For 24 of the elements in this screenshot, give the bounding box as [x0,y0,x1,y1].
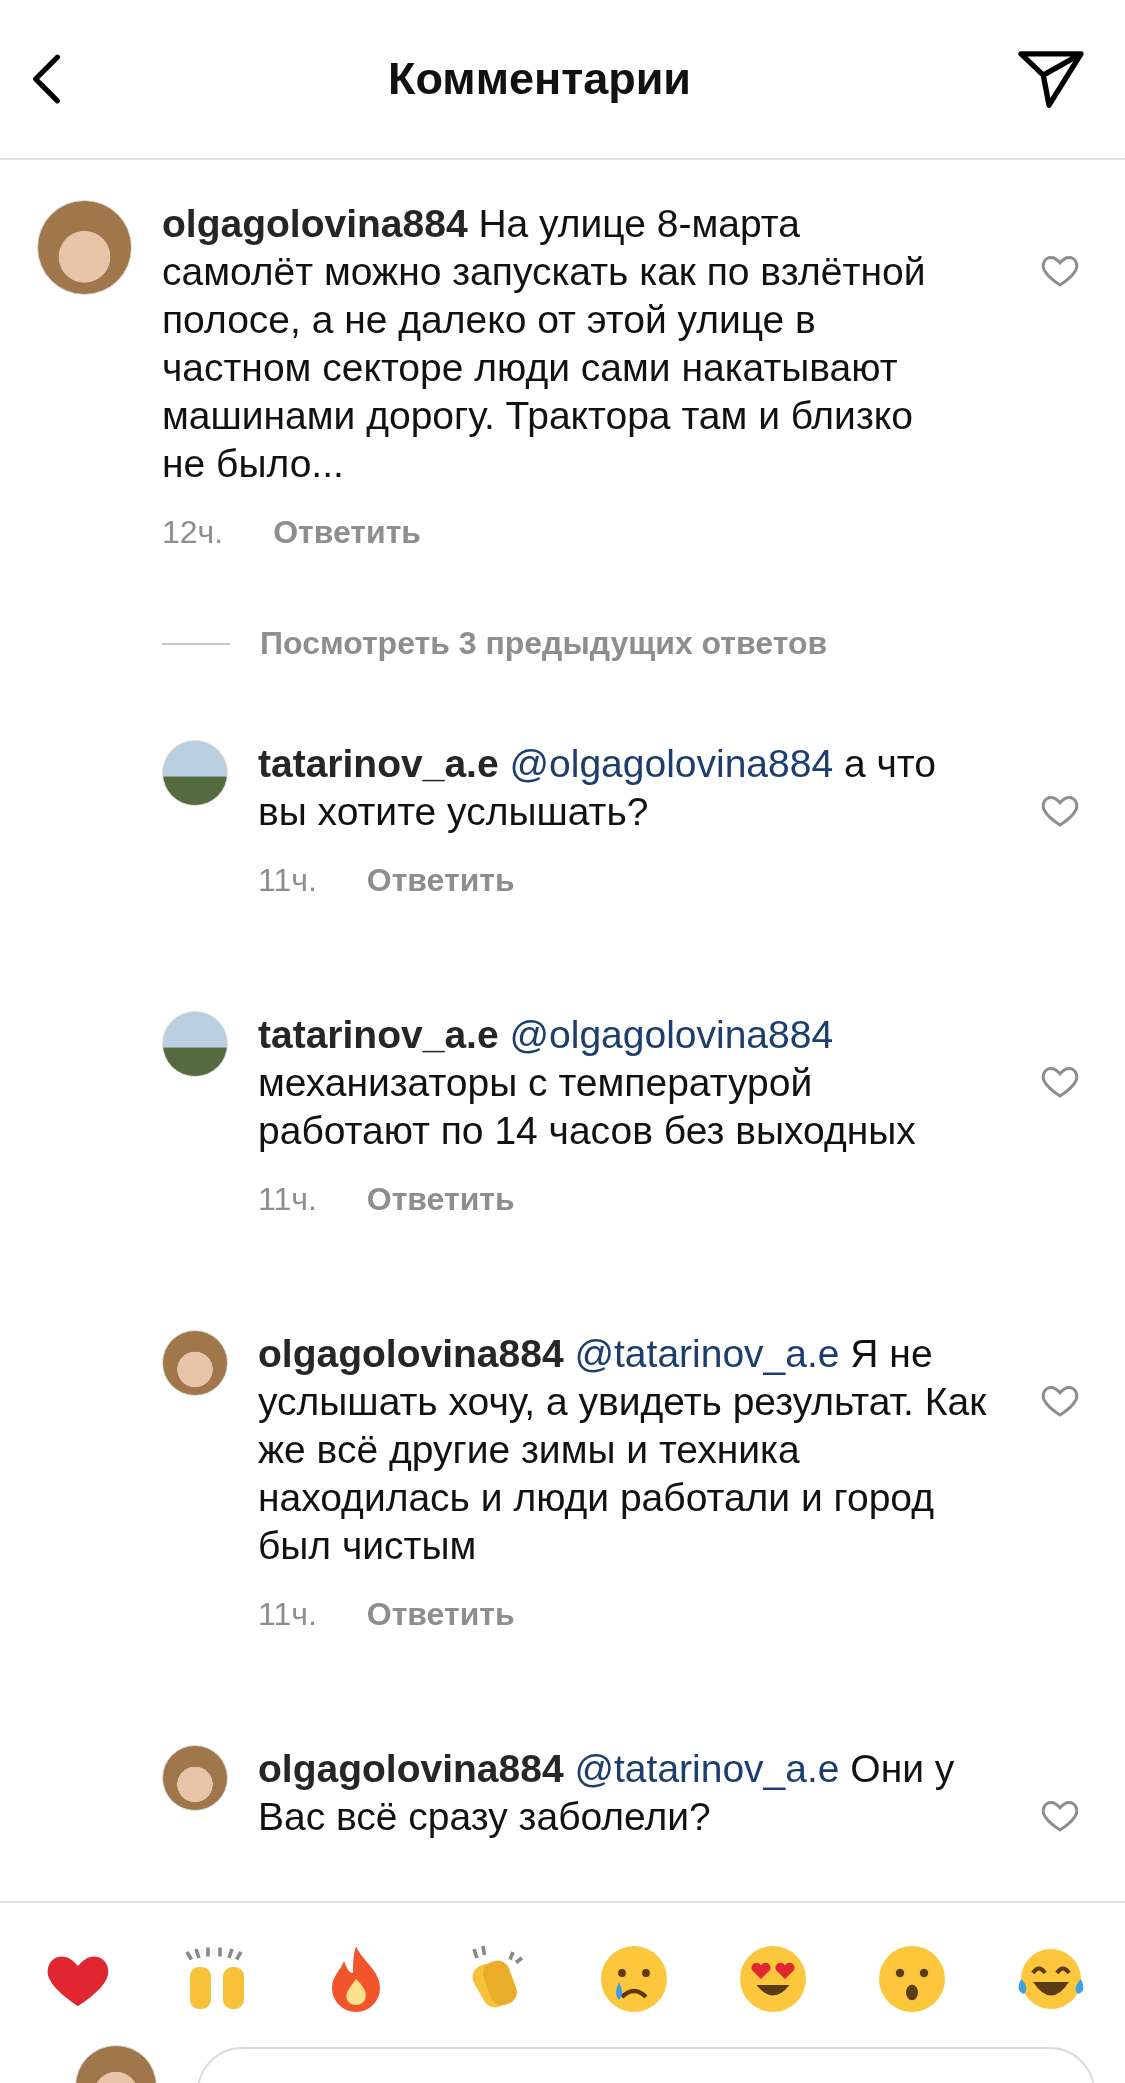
surprised-face-icon[interactable] [876,1943,948,2015]
heart-eyes-face-icon[interactable] [737,1943,809,2015]
comment-text: olgagolovina884 На улице 8-марта самолёт можно запускать как по взлётной полосе, а не далеко от этой улице в частном секторе люди сами накатывают машинами дорогу. Трактора там и близко не было... [162,201,927,487]
reply-button[interactable]: Ответить [273,514,422,551]
comment-text: tatarinov_a.e @olgagolovina884 а что вы хотите услышать? [258,741,937,835]
comment-time: 11ч. [258,1181,317,1218]
reply-button[interactable]: Ответить [366,1181,515,1218]
comment-time: 12ч. [162,514,224,551]
comment-time: 11ч. [258,862,317,899]
comment-text: olgagolovina884 @tatarinov_a.e Они у Вас всё сразу заболели? [258,1746,956,1840]
mention-link[interactable]: @tatarinov_a.e [574,1747,840,1790]
send-icon[interactable] [1017,49,1085,109]
comment-text: olgagolovina884 @tatarinov_a.e Я не услышать хочу, а увидеть результат. Как же всё другие зимы и техника находилась и люди работали и город был чистым [258,1331,988,1569]
mention-link[interactable]: @tatarinov_a.e [574,1332,840,1375]
back-icon[interactable] [30,53,62,105]
page-title: Комментарии [388,53,691,105]
comment-time: 11ч. [258,1596,317,1633]
reply-button[interactable]: Ответить [366,1596,515,1633]
crying-face-icon[interactable] [598,1943,670,2015]
comment-text: tatarinov_a.e @olgagolovina884 механизаторы с температурой работают по 14 часов без выходных [258,1012,917,1154]
view-replies-button[interactable]: Посмотреть 3 предыдущих ответов [260,625,828,662]
mention-link[interactable]: @olgagolovina884 [509,742,834,785]
mention-link[interactable]: @olgagolovina884 [509,1013,834,1056]
reply-button[interactable]: Ответить [366,862,515,899]
